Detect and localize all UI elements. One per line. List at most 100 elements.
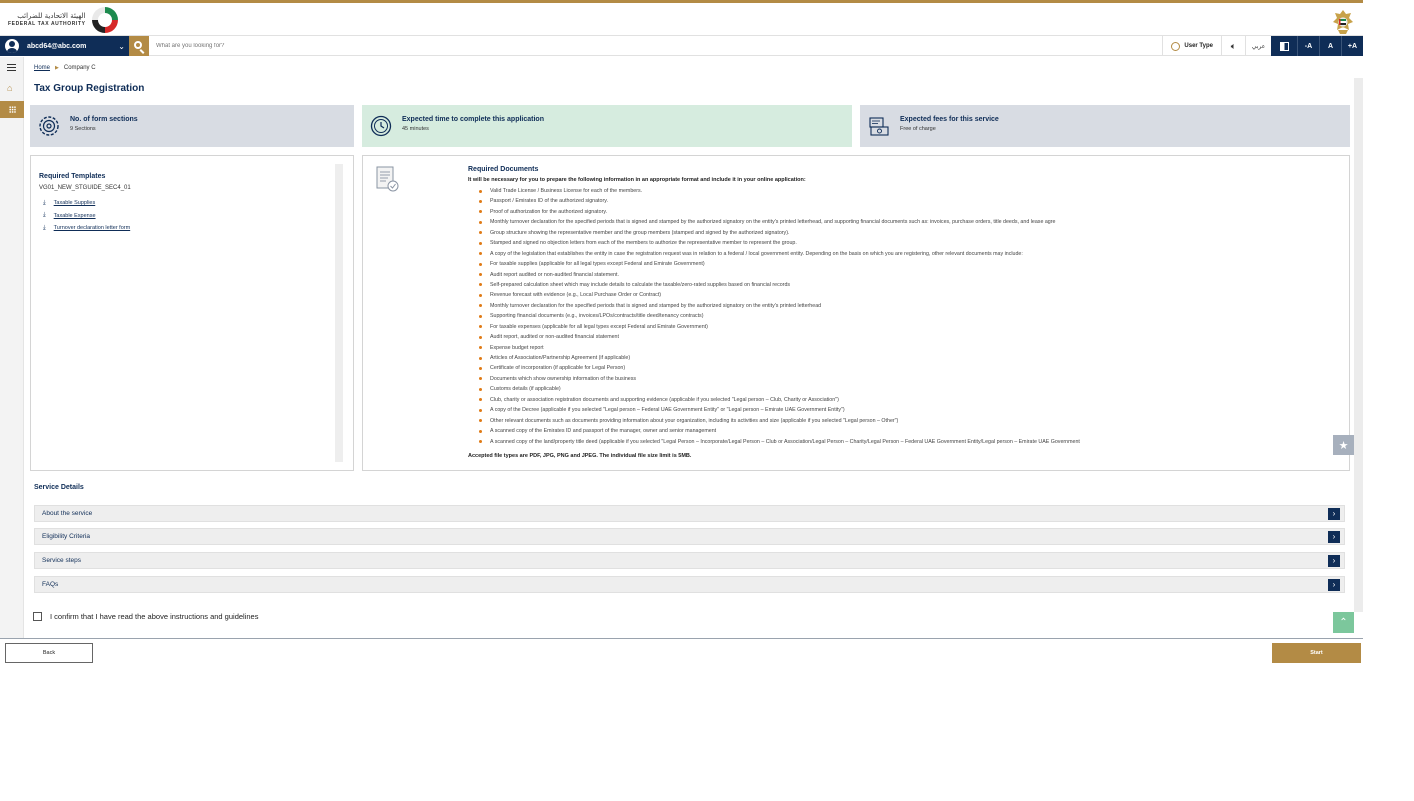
document-item: Monthly turnover declaration for the spe…: [478, 217, 1080, 227]
user-type-label: User Type: [1184, 43, 1213, 49]
confirm-label: I confirm that I have read the above ins…: [50, 612, 259, 621]
document-item: Customs details (if applicable): [478, 384, 1080, 394]
document-item: Audit report audited or non-audited fina…: [478, 270, 1080, 280]
breadcrumb: Home ▶ Company C: [34, 65, 96, 71]
uae-emblem-icon: [1333, 10, 1353, 34]
favorite-button[interactable]: ★: [1333, 435, 1354, 455]
required-templates-panel: Required Templates VG01_NEW_STGUIDE_SEC4…: [30, 155, 354, 471]
templates-scrollbar[interactable]: [335, 164, 343, 462]
card-title: Expected time to complete this applicati…: [402, 116, 544, 123]
document-item: Audit report, audited or non-audited fin…: [478, 332, 1080, 342]
card-value: 9 Sections: [70, 126, 96, 132]
document-item: A copy of the legislation that establish…: [478, 249, 1080, 259]
accordion-faqs[interactable]: FAQs ›: [34, 576, 1345, 593]
document-item: A scanned copy of the land/property titl…: [478, 437, 1080, 447]
user-icon: [5, 39, 19, 53]
star-icon: ★: [1338, 439, 1349, 452]
speaker-icon: 🔈︎: [1230, 40, 1237, 51]
template-link[interactable]: Taxable Supplies: [54, 200, 96, 206]
accordion-about-service[interactable]: About the service ›: [34, 505, 1345, 522]
breadcrumb-current: Company C: [63, 65, 96, 71]
start-button[interactable]: Start: [1272, 643, 1361, 663]
logo-arabic-text: الهيئة الاتحادية للضرائب: [17, 12, 86, 20]
templates-title: Required Templates: [39, 173, 106, 180]
document-item: Certificate of incorporation (if applica…: [478, 363, 1080, 373]
document-icon: [376, 166, 399, 192]
text-to-speech-button[interactable]: 🔈︎: [1221, 36, 1245, 56]
download-icon: ⤓: [43, 199, 46, 206]
contrast-toggle-button[interactable]: [1271, 36, 1297, 56]
clock-icon: [370, 115, 392, 137]
document-item: For taxable supplies (applicable for all…: [478, 259, 1080, 269]
accordion-eligibility[interactable]: Eligibility Criteria ›: [34, 528, 1345, 545]
fta-emblem-icon: [91, 7, 118, 33]
card-value: Free of charge: [900, 126, 936, 132]
double-chevron-up-icon: ⌃: [1339, 617, 1348, 628]
download-icon: ⤓: [43, 212, 46, 219]
document-item: Supporting financial documents (e.g., in…: [478, 311, 1080, 321]
document-item: Monthly turnover declaration for the spe…: [478, 301, 1080, 311]
documents-intro: It will be necessary for you to prepare …: [468, 177, 806, 183]
chevron-right-icon: ›: [1328, 554, 1340, 567]
chevron-down-icon: ⌄: [118, 41, 125, 51]
search-button[interactable]: [129, 36, 149, 56]
font-decrease-button[interactable]: -A: [1297, 36, 1319, 56]
back-button[interactable]: Back: [5, 643, 93, 663]
fta-logo[interactable]: الهيئة الاتحادية للضرائب FEDERAL TAX AUT…: [8, 7, 118, 33]
document-item: Proof of authorization for the authorize…: [478, 207, 1080, 217]
fees-card: Expected fees for this service Free of c…: [860, 105, 1350, 147]
left-sidebar: ⌂: [0, 57, 24, 638]
font-reset-button[interactable]: A: [1319, 36, 1341, 56]
user-account-dropdown[interactable]: abcd64@abc.com ⌄: [0, 36, 129, 56]
document-item: Documents which show ownership informati…: [478, 374, 1080, 384]
card-title: No. of form sections: [70, 116, 138, 123]
templates-code: VG01_NEW_STGUIDE_SEC4_01: [39, 185, 131, 191]
search-input[interactable]: [156, 38, 856, 54]
accordion-label: About the service: [42, 510, 93, 517]
time-estimate-card: Expected time to complete this applicati…: [362, 105, 852, 147]
service-details-title: Service Details: [34, 484, 84, 491]
language-toggle[interactable]: عربي: [1245, 36, 1271, 56]
template-link[interactable]: Turnover declaration letter form: [54, 225, 131, 231]
document-item: A scanned copy of the Emirates ID and pa…: [478, 426, 1080, 436]
accordion-label: FAQs: [42, 581, 59, 588]
user-type-selector[interactable]: User Type: [1162, 36, 1221, 56]
logo-english-text: FEDERAL TAX AUTHORITY: [8, 21, 86, 27]
breadcrumb-home-link[interactable]: Home: [34, 65, 50, 71]
footer-bar: Back Start: [0, 638, 1363, 666]
document-item: Valid Trade License / Business License f…: [478, 186, 1080, 196]
home-icon[interactable]: ⌂: [7, 84, 16, 93]
confirm-row: I confirm that I have read the above ins…: [33, 612, 258, 621]
required-documents-panel: Required Documents It will be necessary …: [362, 155, 1350, 471]
user-type-icon: [1171, 41, 1181, 51]
chevron-right-icon: ›: [1328, 578, 1340, 591]
template-item[interactable]: ⤓ Taxable Supplies: [43, 197, 130, 210]
apps-button[interactable]: [0, 101, 24, 118]
font-increase-button[interactable]: +A: [1341, 36, 1363, 56]
template-item[interactable]: ⤓ Taxable Expense: [43, 210, 130, 223]
page-title: Tax Group Registration: [34, 83, 145, 94]
document-item: For taxable expenses (applicable for all…: [478, 322, 1080, 332]
chevron-right-icon: ›: [1328, 507, 1340, 520]
document-item: Articles of Association/Partnership Agre…: [478, 353, 1080, 363]
documents-footnote: Accepted file types are PDF, JPG, PNG an…: [468, 453, 692, 459]
search-icon: [134, 41, 142, 49]
document-item: Club, charity or association registratio…: [478, 395, 1080, 405]
template-link[interactable]: Taxable Expense: [54, 213, 96, 219]
accordion-service-steps[interactable]: Service steps ›: [34, 552, 1345, 569]
scroll-top-button[interactable]: ⌃: [1333, 612, 1354, 633]
chevron-right-icon: ›: [1328, 530, 1340, 543]
form-sections-card: No. of form sections 9 Sections: [30, 105, 354, 147]
document-item: Revenue forecast with evidence (e.g., Lo…: [478, 290, 1080, 300]
page-scrollbar[interactable]: [1354, 78, 1363, 612]
accessibility-tools: User Type 🔈︎ عربي -A A +A: [1162, 36, 1363, 56]
templates-list: ⤓ Taxable Supplies ⤓ Taxable Expense ⤓ T…: [43, 197, 130, 235]
documents-title: Required Documents: [468, 166, 539, 173]
document-item: Stamped and signed no objection letters …: [478, 238, 1080, 248]
document-item: Passport / Emirates ID of the authorized…: [478, 196, 1080, 206]
grid-icon: [8, 106, 16, 113]
template-item[interactable]: ⤓ Turnover declaration letter form: [43, 222, 130, 235]
accordion-label: Eligibility Criteria: [42, 533, 91, 540]
menu-icon[interactable]: [7, 64, 16, 71]
confirm-checkbox[interactable]: [33, 612, 42, 621]
